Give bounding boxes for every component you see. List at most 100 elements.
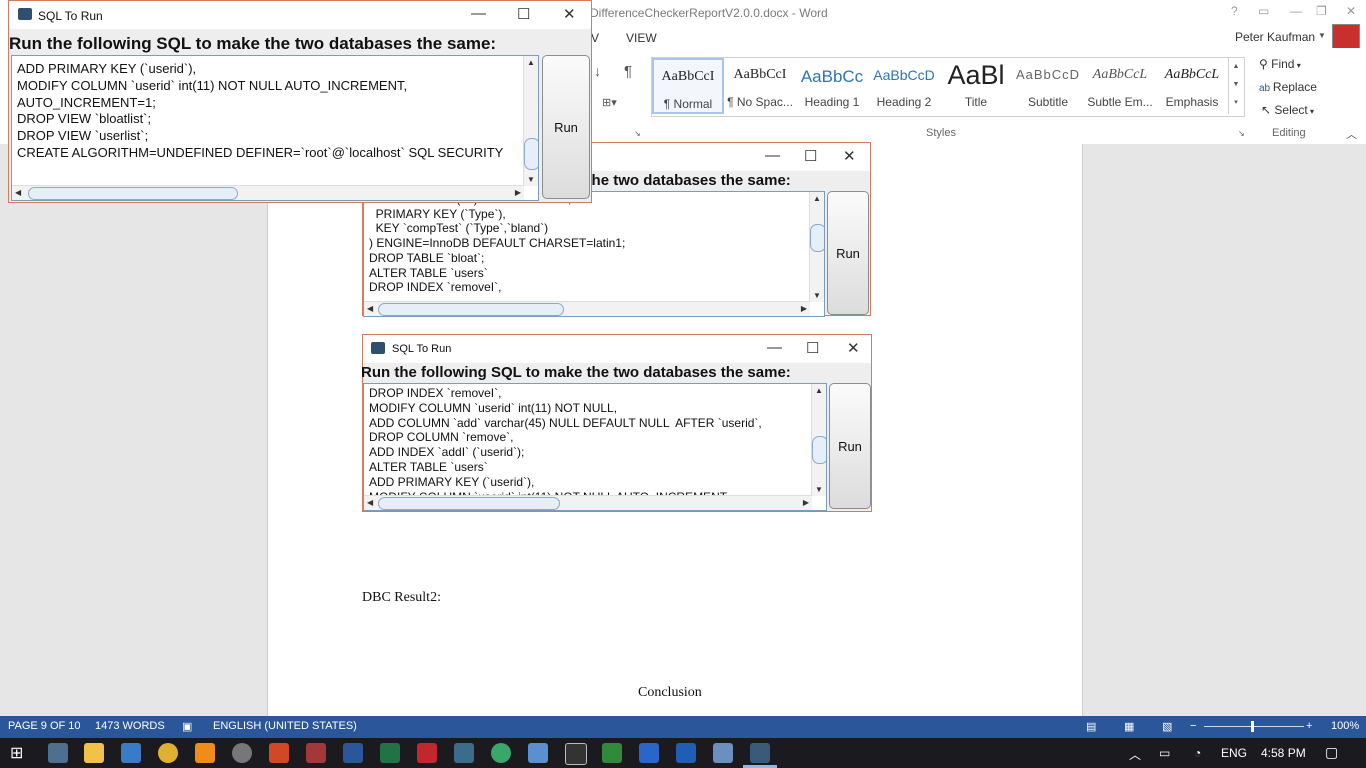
status-language[interactable]: ENGLISH (UNITED STATES) [213,720,357,732]
proofing-icon[interactable]: ▣ [182,720,192,733]
taskbar-app-icon[interactable] [639,743,659,763]
zoom-level[interactable]: 100% [1331,720,1359,732]
taskbar-access-icon[interactable] [306,743,326,763]
run-button[interactable]: Run [542,55,590,199]
vertical-scrollbar[interactable]: ▲ ▼ [811,384,826,496]
find-button[interactable]: ⚲ Find ▾ [1259,57,1301,71]
scroll-left-arrow[interactable]: ◀ [15,188,21,197]
taskbar-app-icon[interactable] [121,743,141,763]
borders-icon[interactable]: ⊞▾ [602,96,617,109]
battery-icon[interactable]: ▭ [1159,746,1170,760]
run-button[interactable]: Run [829,383,871,509]
scroll-up-arrow[interactable]: ▲ [527,58,535,67]
web-layout-icon[interactable]: ▧ [1162,720,1172,733]
gallery-scroll[interactable]: ▲ ▼ ▾ [1228,58,1243,114]
vertical-scrollbar[interactable]: ▲ ▼ [809,192,824,302]
taskbar-app-icon[interactable] [528,743,548,763]
status-words[interactable]: 1473 WORDS [95,720,165,732]
select-button[interactable]: ↖ Select ▾ [1261,103,1314,117]
replace-button[interactable]: ab Replace [1259,80,1317,94]
scroll-down-arrow[interactable]: ▼ [815,485,823,494]
scroll-left-arrow[interactable]: ◀ [367,304,373,313]
taskbar-chrome-icon[interactable] [158,743,178,763]
maximize-icon[interactable]: ☐ [804,147,817,165]
taskbar-app-icon[interactable] [491,743,511,763]
taskbar-file-explorer-icon[interactable] [84,743,104,763]
run-button[interactable]: Run [827,191,869,315]
horizontal-scrollbar[interactable]: ◀ ▶ [364,495,812,510]
start-icon[interactable]: ⊞ [10,743,30,763]
horizontal-scroll-thumb[interactable] [378,497,560,510]
maximize-icon[interactable]: ☐ [517,5,530,23]
word-restore-icon[interactable]: ❐ [1316,4,1327,18]
minimize-icon[interactable]: — [767,339,782,356]
taskbar-excel-icon[interactable] [380,743,400,763]
style-normal[interactable]: AaBbCcI ¶ Normal [652,58,724,114]
style-title[interactable]: AaBl Title [940,58,1012,114]
sql-textarea[interactable]: DROP INDEX `removeI`, MODIFY COLUMN `use… [363,383,827,511]
close-icon[interactable]: ✕ [847,339,860,357]
taskbar-acrobat-icon[interactable] [417,743,437,763]
scroll-down-arrow[interactable]: ▼ [813,291,821,300]
style-heading-2[interactable]: AaBbCcD Heading 2 [868,58,940,114]
menu-tab-fragment[interactable]: V [591,31,599,45]
sort-icon[interactable]: ↓ [594,63,601,79]
account-name[interactable]: Peter Kaufman [1235,30,1315,44]
taskbar-cmd-icon[interactable] [565,743,587,765]
vertical-scroll-thumb[interactable] [524,138,538,170]
zoom-slider-thumb[interactable] [1251,721,1254,732]
taskbar-app-explorer-view-icon[interactable] [48,743,68,763]
help-icon[interactable]: ? [1231,4,1238,18]
collapse-ribbon-icon[interactable]: ︿ [1346,126,1357,142]
taskbar-app-icon[interactable] [713,743,733,763]
tray-language[interactable]: ENG [1221,746,1247,760]
status-page[interactable]: PAGE 9 OF 10 [8,720,81,732]
notifications-icon[interactable]: ▢ [1325,744,1338,761]
vertical-scrollbar[interactable]: ▲ ▼ [523,56,538,186]
style-heading-1[interactable]: AaBbCc Heading 1 [796,58,868,114]
word-minimize-icon[interactable]: — [1290,4,1302,18]
minimize-icon[interactable]: — [765,147,780,164]
menu-tab-view[interactable]: VIEW [626,31,657,45]
style-subtitle[interactable]: AaBbCcD Subtitle [1012,58,1084,114]
tray-clock[interactable]: 4:58 PM [1261,746,1306,760]
sql-textarea[interactable]: `bland` varchar(45) DEFAULT NULL, PRIMAR… [363,191,825,317]
zoom-out-icon[interactable]: − [1190,720,1196,732]
scroll-down-arrow[interactable]: ▼ [527,175,535,184]
vertical-scroll-thumb[interactable] [812,436,826,464]
tray-overflow-icon[interactable]: ︿ [1129,746,1141,763]
dialog-titlebar[interactable]: SQL To Run — ☐ ✕ [363,335,871,363]
avatar[interactable] [1332,24,1360,50]
zoom-in-icon[interactable]: + [1306,720,1312,732]
account-dropdown-icon[interactable]: ▼ [1318,31,1326,40]
close-icon[interactable]: ✕ [843,147,856,165]
scroll-right-arrow[interactable]: ▶ [515,188,521,197]
close-icon[interactable]: ✕ [563,5,576,23]
paragraph-launcher-icon[interactable]: ↘ [634,129,641,138]
horizontal-scroll-thumb[interactable] [28,187,238,200]
scroll-right-arrow[interactable]: ▶ [803,498,809,507]
read-mode-icon[interactable]: ▤ [1086,720,1096,733]
taskbar-vlc-icon[interactable] [195,743,215,763]
taskbar-app-icon[interactable] [602,743,622,763]
scroll-up-arrow[interactable]: ▲ [815,386,823,395]
pilcrow-icon[interactable]: ¶ [624,63,632,80]
horizontal-scrollbar[interactable]: ◀ ▶ [364,301,810,316]
style-subtle-emphasis[interactable]: AaBbCcL Subtle Em... [1084,58,1156,114]
scroll-left-arrow[interactable]: ◀ [367,498,373,507]
taskbar-word-icon[interactable] [343,743,363,763]
style-no-spacing[interactable]: AaBbCcI ¶ No Spac... [724,58,796,114]
styles-launcher-icon[interactable]: ↘ [1238,129,1245,138]
taskbar-powerpoint-icon[interactable] [269,743,289,763]
horizontal-scrollbar[interactable]: ◀ ▶ [12,185,524,200]
horizontal-scroll-thumb[interactable] [378,303,564,316]
wifi-icon[interactable]: ◔ [1194,746,1201,760]
minimize-icon[interactable]: — [471,5,486,22]
print-layout-icon[interactable]: ▦ [1124,720,1134,733]
dialog-titlebar[interactable]: SQL To Run — ☐ ✕ [9,1,591,29]
sql-textarea[interactable]: ADD PRIMARY KEY (`userid`), MODIFY COLUM… [11,55,539,201]
scroll-up-arrow[interactable]: ▲ [813,194,821,203]
ribbon-display-icon[interactable]: ▭ [1258,4,1269,18]
scroll-right-arrow[interactable]: ▶ [801,304,807,313]
taskbar-app-icon[interactable] [676,743,696,763]
